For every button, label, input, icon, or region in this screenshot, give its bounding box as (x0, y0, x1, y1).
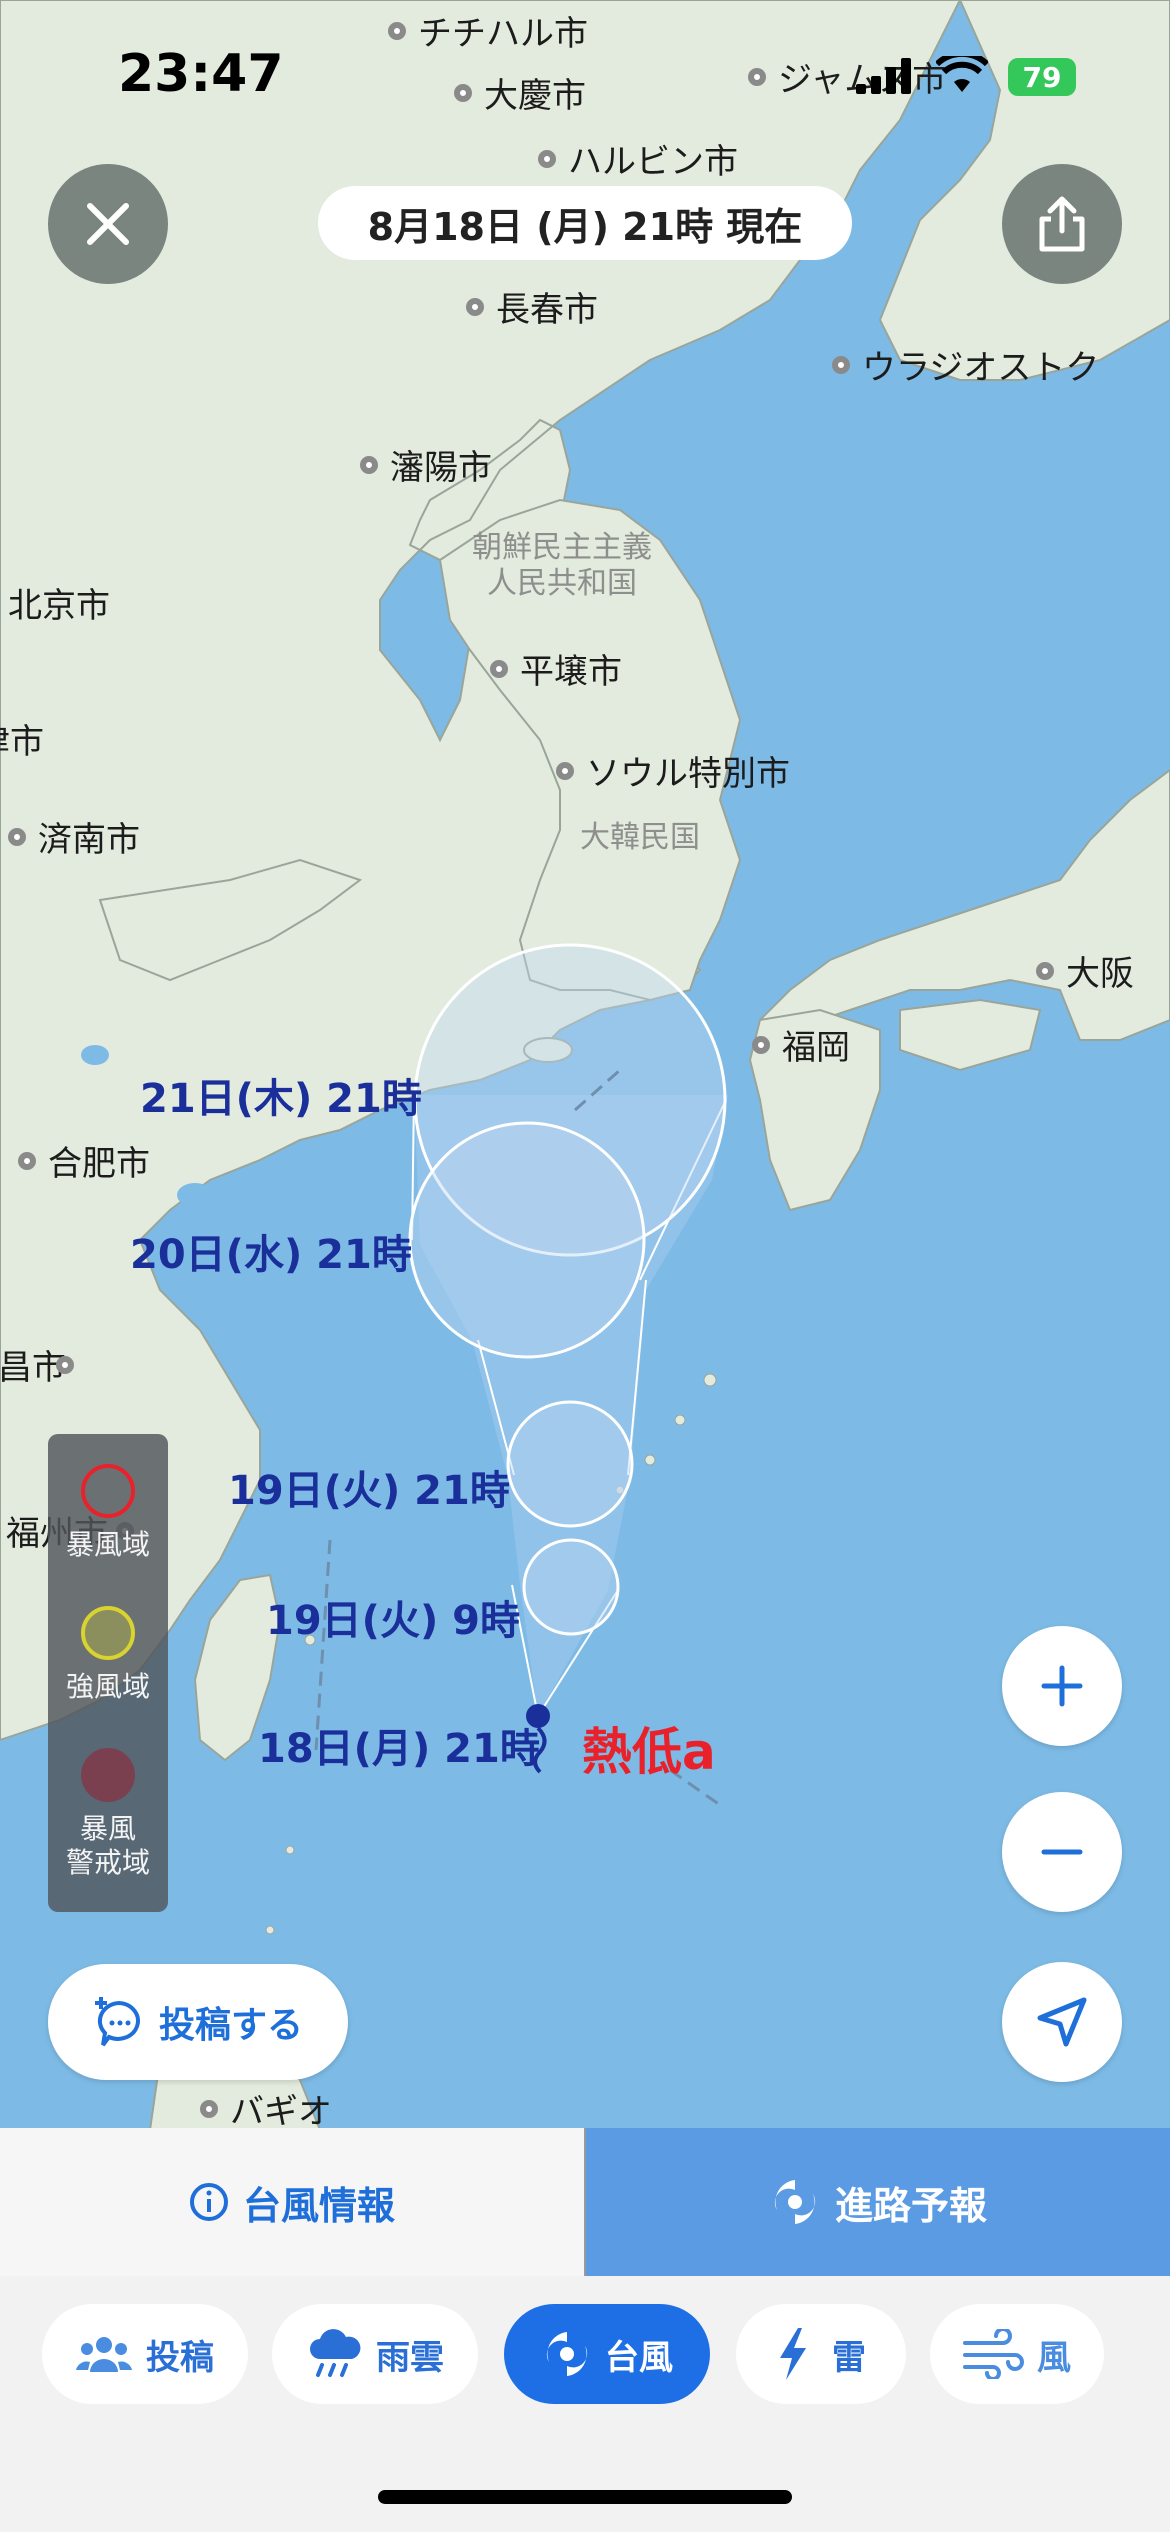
country-label: 大韓民国 (580, 820, 700, 855)
zoom-in-button[interactable] (1002, 1626, 1122, 1746)
city-label: 天津市 (0, 722, 44, 762)
city-label: 大慶市 (454, 68, 586, 117)
city-marker (454, 83, 472, 102)
forecast-circle-20 (408, 1121, 646, 1359)
city-marker (360, 455, 378, 474)
city-label: ハルビン市 (538, 134, 738, 183)
city-marker (752, 1035, 770, 1054)
wifi-icon (934, 50, 990, 98)
typhoon-icon (774, 2180, 816, 2224)
status-time: 23:47 (118, 44, 284, 104)
chip-posts[interactable]: 投稿 (42, 2304, 248, 2404)
typhoon-icon (546, 2332, 588, 2376)
rain-cloud-icon (310, 2329, 361, 2377)
city-marker (8, 827, 26, 846)
post-button[interactable]: 投稿する (48, 1964, 348, 2080)
city-marker (388, 21, 406, 40)
city-label: 大阪 (1036, 946, 1134, 995)
chip-typhoon[interactable]: 台風 (504, 2304, 710, 2404)
share-icon (1039, 196, 1085, 252)
comment-plus-icon (94, 1997, 140, 2047)
storm-area-ring-icon (81, 1464, 135, 1518)
warning-area-icon (81, 1748, 135, 1802)
city-marker (56, 1355, 74, 1374)
city-marker (832, 355, 850, 374)
zoom-out-button[interactable] (1002, 1792, 1122, 1912)
forecast-label: 18日(月) 21時 (258, 1726, 540, 1772)
date-label: 8月18日 (月) 21時 現在 (318, 186, 852, 260)
forecast-label: 19日(火) 21時 (228, 1468, 510, 1514)
info-icon (189, 2183, 228, 2221)
legend-strong-wind-area: 強風域 (65, 1670, 150, 1703)
home-indicator (378, 2490, 792, 2504)
city-marker (538, 149, 556, 168)
city-label: 済南市 (8, 812, 140, 861)
city-label: 合肥市 (18, 1136, 150, 1185)
signal-icon (856, 58, 912, 98)
minus-icon (1041, 1849, 1083, 1855)
people-icon (76, 2337, 132, 2372)
forecast-circle-19-21 (506, 1400, 634, 1528)
forecast-label: 21日(木) 21時 (140, 1076, 422, 1122)
city-label: 瀋陽市 (360, 440, 492, 489)
lightning-icon (780, 2328, 806, 2380)
city-marker (466, 297, 484, 316)
city-marker (556, 761, 574, 780)
city-label: ウラジオストク (832, 340, 1099, 389)
map-legend: 暴風域 強風域 暴風 警戒域 (48, 1434, 168, 1912)
typhoon-map[interactable]: チチハル市 大慶市 ジャムス市 ハルビン市 長春市 ウラジオストク 瀋陽市 北京… (0, 0, 1170, 2133)
chip-lightning[interactable]: 雷 (736, 2304, 906, 2404)
tab-route-forecast[interactable]: 進路予報 (586, 2128, 1170, 2276)
city-label: ジャムス市 (748, 52, 946, 101)
current-location-button[interactable] (1002, 1962, 1122, 2082)
legend-storm-area: 暴風域 (65, 1528, 150, 1561)
city-label: チチハル市 (388, 6, 588, 55)
city-label: 平壌市 (490, 644, 622, 693)
city-marker (18, 1151, 36, 1170)
location-arrow-icon (1037, 1997, 1087, 2047)
forecast-label: 20日(水) 21時 (130, 1232, 412, 1278)
storm-name-label: 熱低a (582, 1723, 716, 1781)
close-icon (87, 203, 129, 245)
close-button[interactable] (48, 164, 168, 284)
city-marker (748, 67, 766, 86)
city-label: バギオ (200, 2084, 332, 2133)
city-marker (490, 659, 508, 678)
wind-icon (963, 2329, 1024, 2379)
city-label: 北京市 (8, 586, 110, 626)
country-label: 朝鮮民主主義 人民共和国 (472, 530, 652, 601)
legend-warning-area: 暴風 警戒域 (65, 1812, 150, 1879)
city-label: ソウル特別市 (556, 746, 790, 795)
city-marker (200, 2099, 218, 2118)
city-label: 南昌市 (0, 1340, 86, 1389)
plus-icon (1041, 1665, 1083, 1707)
city-label: 福岡 (752, 1020, 850, 1069)
chip-wind[interactable]: 風 (930, 2304, 1104, 2404)
forecast-label: 19日(火) 9時 (266, 1598, 520, 1644)
city-marker (1036, 961, 1054, 980)
forecast-circle-19-9 (522, 1538, 620, 1636)
city-label: 長春市 (466, 282, 598, 331)
strong-wind-ring-icon (81, 1606, 135, 1660)
share-button[interactable] (1002, 164, 1122, 284)
battery-icon: 79 (1008, 58, 1076, 96)
tab-typhoon-info[interactable]: 台風情報 (0, 2128, 584, 2276)
chip-rain-cloud[interactable]: 雨雲 (272, 2304, 478, 2404)
